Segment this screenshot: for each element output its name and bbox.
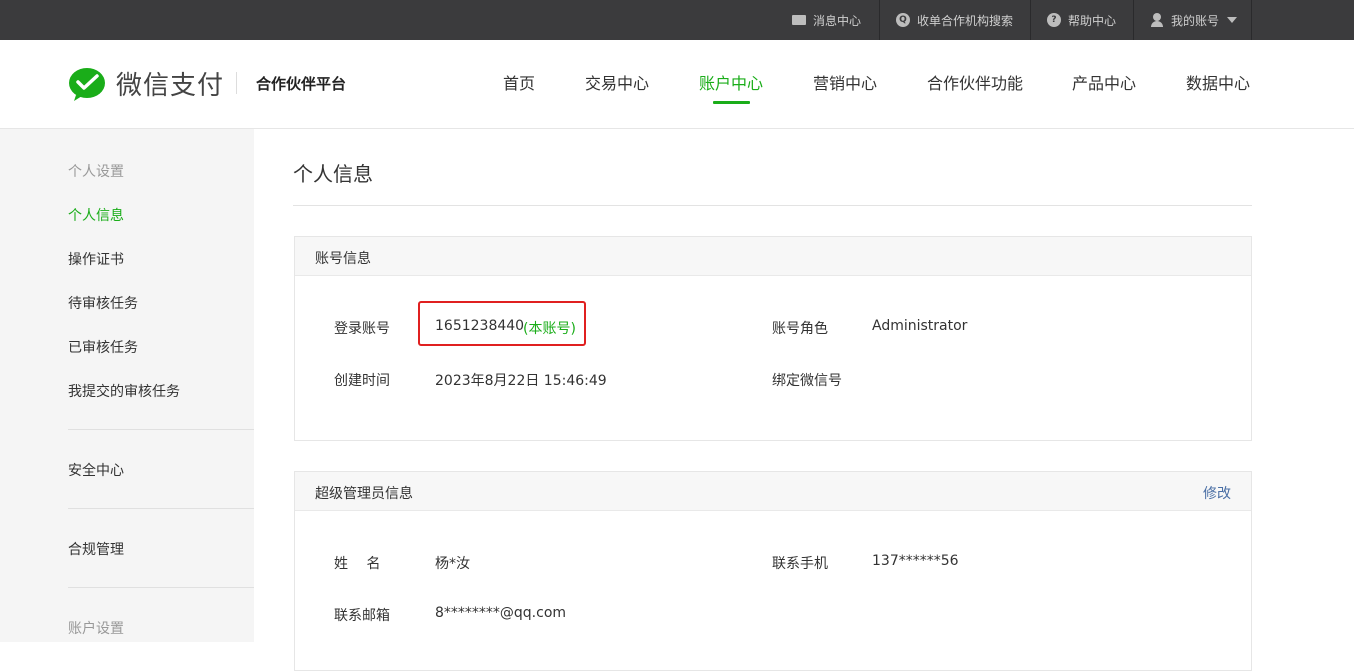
sidebar-divider bbox=[68, 508, 254, 509]
help-label: 帮助中心 bbox=[1068, 13, 1117, 28]
search-icon: Q bbox=[896, 13, 910, 27]
help-icon: ? bbox=[1047, 13, 1061, 27]
nav-marketing-center[interactable]: 营销中心 bbox=[813, 70, 877, 94]
bound-wechat-label: 绑定微信号 bbox=[772, 373, 842, 389]
top-utility-bar: 消息中心 Q 收单合作机构搜索 ? 帮助中心 我的账号 bbox=[0, 0, 1354, 40]
sidebar: 个人设置 个人信息 操作证书 待审核任务 已审核任务 我提交的审核任务 安全中心… bbox=[0, 129, 254, 642]
help-link[interactable]: ? 帮助中心 bbox=[1031, 0, 1132, 40]
sidebar-item-certificate[interactable]: 操作证书 bbox=[68, 249, 124, 269]
phone-value: 137******56 bbox=[872, 553, 959, 569]
name-label: 姓 名 bbox=[334, 556, 381, 572]
created-time-label: 创建时间 bbox=[334, 373, 390, 389]
login-account-label: 登录账号 bbox=[334, 321, 390, 337]
nav-product-center[interactable]: 产品中心 bbox=[1072, 70, 1136, 94]
messages-link[interactable]: 消息中心 bbox=[776, 0, 877, 40]
page-title: 个人信息 bbox=[293, 162, 373, 186]
account-info-panel-header: 账号信息 bbox=[295, 237, 1251, 276]
user-icon bbox=[1150, 13, 1164, 27]
nav-partner-features[interactable]: 合作伙伴功能 bbox=[927, 70, 1023, 94]
account-role-label: 账号角色 bbox=[772, 321, 828, 337]
chevron-down-icon bbox=[1227, 17, 1238, 23]
my-account-label: 我的账号 bbox=[1171, 13, 1220, 28]
search-org-link[interactable]: Q 收单合作机构搜索 bbox=[880, 0, 1029, 40]
sidebar-section-account: 账户设置 bbox=[68, 621, 124, 637]
sidebar-item-pending-tasks[interactable]: 待审核任务 bbox=[68, 293, 138, 313]
highlight-box bbox=[418, 301, 586, 346]
platform-name: 合作伙伴平台 bbox=[256, 75, 347, 93]
account-info-panel-title: 账号信息 bbox=[315, 251, 371, 267]
sidebar-item-personal-info[interactable]: 个人信息 bbox=[68, 205, 124, 225]
title-divider bbox=[293, 205, 1252, 206]
nav-home[interactable]: 首页 bbox=[503, 70, 535, 94]
main-header: 微信支付 合作伙伴平台 首页 交易中心 账户中心 营销中心 合作伙伴功能 产品中… bbox=[0, 40, 1354, 129]
nav-active-indicator bbox=[713, 101, 750, 104]
sidebar-item-reviewed-tasks[interactable]: 已审核任务 bbox=[68, 337, 138, 357]
sidebar-divider bbox=[68, 587, 254, 588]
nav-data-center[interactable]: 数据中心 bbox=[1186, 70, 1250, 94]
sidebar-item-submitted-tasks[interactable]: 我提交的审核任务 bbox=[68, 381, 180, 401]
sidebar-item-security[interactable]: 安全中心 bbox=[68, 460, 124, 480]
edit-admin-link[interactable]: 修改 bbox=[1203, 483, 1231, 503]
my-account-menu[interactable]: 我的账号 bbox=[1134, 0, 1253, 40]
search-org-label: 收单合作机构搜索 bbox=[917, 13, 1014, 28]
messages-label: 消息中心 bbox=[813, 13, 862, 28]
wechat-pay-logo[interactable]: 微信支付 bbox=[68, 65, 224, 102]
created-time-value: 2023年8月22日 15:46:49 bbox=[435, 373, 607, 389]
logo-text: 微信支付 bbox=[116, 71, 225, 101]
wechat-pay-logo-icon bbox=[69, 67, 105, 101]
nav-trade-center[interactable]: 交易中心 bbox=[585, 70, 649, 94]
super-admin-panel-title: 超级管理员信息 bbox=[315, 486, 413, 502]
email-value: 8********@qq.com bbox=[435, 605, 567, 621]
phone-label: 联系手机 bbox=[772, 556, 828, 572]
sidebar-section-personal: 个人设置 bbox=[68, 164, 124, 180]
super-admin-panel-header: 超级管理员信息 修改 bbox=[295, 472, 1251, 511]
sidebar-item-compliance[interactable]: 合规管理 bbox=[68, 539, 124, 559]
email-label: 联系邮箱 bbox=[334, 608, 390, 624]
logo-divider bbox=[236, 72, 237, 94]
name-value: 杨*汝 bbox=[435, 556, 470, 572]
nav-account-center[interactable]: 账户中心 bbox=[699, 70, 763, 94]
account-role-value: Administrator bbox=[872, 318, 968, 334]
sidebar-divider bbox=[68, 429, 254, 430]
topbar-divider bbox=[1251, 0, 1252, 40]
mail-icon bbox=[792, 15, 806, 25]
